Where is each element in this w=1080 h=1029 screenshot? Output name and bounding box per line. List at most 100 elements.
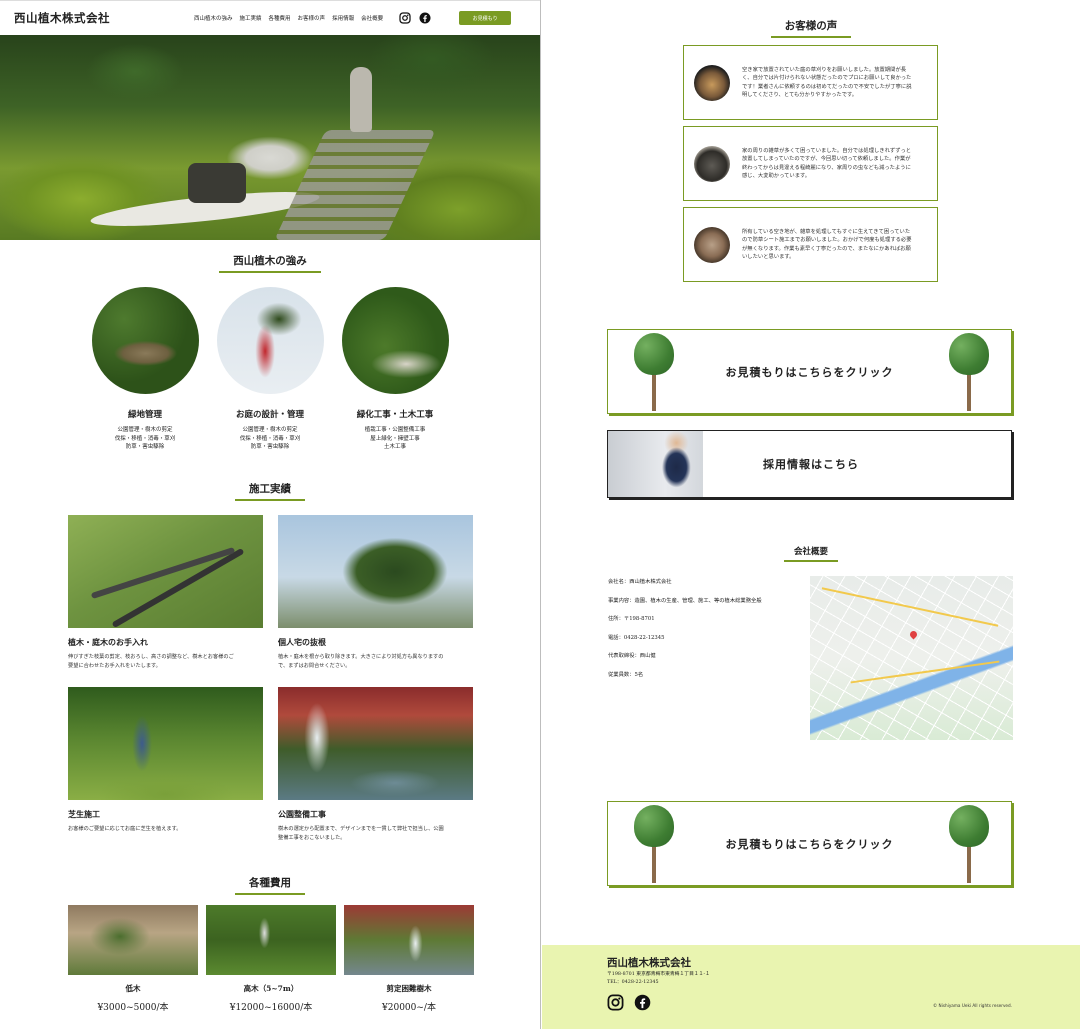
- price-value: ¥3000~5000/本: [97, 1003, 169, 1013]
- strength-title: 緑地管理: [127, 410, 162, 420]
- work-title: 芝生施工: [68, 809, 100, 819]
- instagram-icon[interactable]: [399, 12, 411, 24]
- prices-section: 各種費用 低木 ¥3000~5000/本 高木（5~7m） ¥12000~160…: [0, 875, 540, 1013]
- price-item: 低木 ¥3000~5000/本: [68, 905, 198, 1013]
- price-name: 剪定困難樹木: [386, 984, 432, 993]
- nav-prices[interactable]: 各種費用: [269, 14, 291, 22]
- strength-desc: 公園管理・樹木の剪定 伐採・移植・消毒・草刈 防草・害虫駆除: [114, 427, 176, 450]
- hero-garden-image: [0, 35, 540, 240]
- estimate-button[interactable]: お見積もり: [459, 11, 512, 25]
- estimate-cta-label: お見積もりはこちらをクリック: [725, 365, 894, 379]
- company-map[interactable]: [810, 576, 1013, 740]
- voice-card: 家の周りの雑草が多くて困っていました。自分では処理しきれずずっと 放置してしまっ…: [683, 126, 938, 201]
- company-info-row: 代表取締役：西山健: [608, 653, 656, 659]
- facebook-icon[interactable]: [634, 994, 651, 1011]
- work-image-waterfall: [278, 687, 473, 800]
- price-image-shrub: [68, 905, 198, 975]
- voice-card: 所有している空き地が、雑草を処理してもすぐに生えてきて困っていた ので防草シート…: [683, 207, 938, 282]
- footer-address: 〒198-8701 東京都青梅市東青梅１丁目１１-１ TEL：0428-22-1…: [607, 972, 710, 985]
- work-image-tree: [278, 515, 473, 628]
- estimate-cta-banner[interactable]: お見積もりはこちらをクリック: [607, 329, 1012, 414]
- company-info-row: 事業内容：造園、植木の生産、管理、施工、等の植木総業務全般: [608, 597, 762, 604]
- recruit-banner[interactable]: 採用情報はこちら: [607, 430, 1012, 498]
- works-title: 施工実績: [235, 481, 305, 501]
- price-image-tall-tree: [206, 905, 336, 975]
- company-info-list: 会社名：西山植木株式会社 事業内容：造園、植木の生産、管理、施工、等の植木総業務…: [608, 577, 762, 688]
- site-header: 西山植木株式会社 西山植木の強み 施工実績 各種費用 お客様の声 採用情報 会社…: [0, 0, 540, 35]
- company-info-row: 会社名：西山植木株式会社: [608, 579, 672, 585]
- work-card[interactable]: 芝生施工 お客様のご要望に応じてお庭に芝生を植えます。: [68, 687, 263, 859]
- gorilla-avatar: [694, 145, 730, 182]
- company-info-row: 電話：0428-22-12345: [608, 634, 665, 641]
- strength-image-park: [341, 287, 449, 394]
- work-card[interactable]: 個人宅の抜根 植木・庭木を根から取り除きます。大きさにより対処方も異なりますの …: [278, 515, 473, 687]
- tree-icon: [949, 333, 989, 411]
- voices-section: お客様の声: [542, 18, 1080, 38]
- strength-desc: 公園管理・樹木の剪定 伐採・移植・消毒・草刈 防草・害虫駆除: [239, 427, 301, 450]
- company-info-row: 住所：〒198-8701: [608, 616, 655, 622]
- tree-icon: [634, 805, 674, 883]
- work-title: 個人宅の抜根: [278, 637, 326, 647]
- works-section: 施工実績 植木・庭木のお手入れ 伸びすぎた枝葉の剪定、枝おろし、高さの調整など、…: [0, 481, 540, 859]
- header-social-icons: [399, 12, 431, 24]
- voices-title: お客様の声: [770, 18, 852, 38]
- price-value: ¥12000~16000/本: [229, 1003, 313, 1013]
- price-name: 低木: [125, 984, 141, 993]
- price-item: 剪定困難樹木 ¥20000~/本: [344, 905, 474, 1013]
- recruit-label: 採用情報はこちら: [763, 458, 859, 471]
- company-title: 会社概要: [783, 545, 838, 562]
- voice-text: 家の周りの雑草が多くて困っていました。自分では処理しきれずずっと 放置してしまっ…: [742, 147, 912, 179]
- cat-avatar: [694, 226, 730, 263]
- right-page-panel: お客様の声 空き家で放置されていた庭の草刈りをお願いしました。放置期間が長 く、…: [542, 0, 1080, 1029]
- main-nav: 西山植木の強み 施工実績 各種費用 お客様の声 採用情報 会社概要: [194, 14, 383, 22]
- footer-social-icons: [607, 994, 651, 1011]
- work-desc: お客様のご要望に応じてお庭に芝生を植えます。: [68, 826, 182, 832]
- nav-works[interactable]: 施工実績: [240, 14, 262, 22]
- strength-title: お庭の設計・管理: [235, 410, 304, 420]
- estimate-cta-label: お見積もりはこちらをクリック: [725, 837, 894, 851]
- work-desc: 伸びすぎた枝葉の剪定、枝おろし、高さの調整など、樹木とお客様のご 要望に合わせた…: [68, 654, 234, 669]
- tree-icon: [949, 805, 989, 883]
- work-title: 植木・庭木のお手入れ: [68, 637, 148, 647]
- work-desc: 樹木の選定から配置まで、デザインまでを一貫して弊社で担当し、公園 整備工事をおこ…: [278, 826, 444, 841]
- strength-image-pruning: [216, 287, 324, 394]
- instagram-icon[interactable]: [607, 994, 624, 1011]
- voice-text: 所有している空き地が、雑草を処理してもすぐに生えてきて困っていた ので防草シート…: [742, 228, 912, 260]
- price-item: 高木（5~7m） ¥12000~16000/本: [206, 905, 336, 1013]
- copyright-text: © Nishiyama Ueki All rights reserved.: [933, 1003, 1012, 1008]
- voice-card: 空き家で放置されていた庭の草刈りをお願いしました。放置期間が長 く、自分では片付…: [683, 45, 938, 120]
- footer-logo[interactable]: 西山植木株式会社: [607, 955, 691, 970]
- work-title: 公園整備工事: [278, 809, 326, 819]
- strengths-section: 西山植木の強み 緑地管理 公園管理・樹木の剪定 伐採・移植・消毒・草刈 防草・害…: [0, 253, 540, 452]
- estimate-cta-banner-bottom[interactable]: お見積もりはこちらをクリック: [607, 801, 1012, 886]
- nav-company[interactable]: 会社概要: [361, 14, 383, 22]
- facebook-icon[interactable]: [419, 12, 431, 24]
- work-card[interactable]: 公園整備工事 樹木の選定から配置まで、デザインまでを一貫して弊社で担当し、公園 …: [278, 687, 473, 859]
- strength-desc: 植栽工事・公園整備工事 屋上緑化・擁壁工事 土木工事: [364, 427, 426, 450]
- price-name: 高木（5~7m）: [243, 984, 299, 993]
- strength-title: 緑化工事・土木工事: [356, 410, 434, 420]
- work-desc: 植木・庭木を根から取り除きます。大きさにより対処方も異なりますの で、まずはお問…: [278, 654, 444, 669]
- company-info-row: 従業員数：5名: [608, 671, 644, 678]
- dog-avatar: [694, 64, 730, 101]
- prices-title: 各種費用: [235, 875, 305, 895]
- recruit-handshake-image: [608, 431, 703, 497]
- strengths-title: 西山植木の強み: [219, 253, 321, 273]
- strength-item: お庭の設計・管理 公園管理・樹木の剪定 伐採・移植・消毒・草刈 防草・害虫駆除: [216, 287, 324, 452]
- site-footer: 西山植木株式会社 〒198-8701 東京都青梅市東青梅１丁目１１-１ TEL：…: [542, 945, 1080, 1029]
- price-image-difficult-tree: [344, 905, 474, 975]
- strength-image-bridge: [91, 287, 199, 394]
- voice-text: 空き家で放置されていた庭の草刈りをお願いしました。放置期間が長 く、自分では片付…: [742, 66, 912, 98]
- work-image-shears: [68, 515, 263, 628]
- nav-voices[interactable]: お客様の声: [298, 14, 326, 22]
- left-page-panel: 西山植木株式会社 西山植木の強み 施工実績 各種費用 お客様の声 採用情報 会社…: [0, 0, 541, 1029]
- nav-recruit[interactable]: 採用情報: [332, 14, 354, 22]
- nav-strengths[interactable]: 西山植木の強み: [194, 14, 233, 22]
- map-pin-icon: [908, 629, 919, 640]
- company-section: 会社概要 会社名：西山植木株式会社 事業内容：造園、植木の生産、管理、施工、等の…: [542, 545, 1080, 740]
- site-logo[interactable]: 西山植木株式会社: [14, 10, 110, 26]
- strength-item: 緑化工事・土木工事 植栽工事・公園整備工事 屋上緑化・擁壁工事 土木工事: [341, 287, 449, 452]
- work-image-gardener: [68, 687, 263, 800]
- work-card[interactable]: 植木・庭木のお手入れ 伸びすぎた枝葉の剪定、枝おろし、高さの調整など、樹木とお客…: [68, 515, 263, 687]
- tree-icon: [634, 333, 674, 411]
